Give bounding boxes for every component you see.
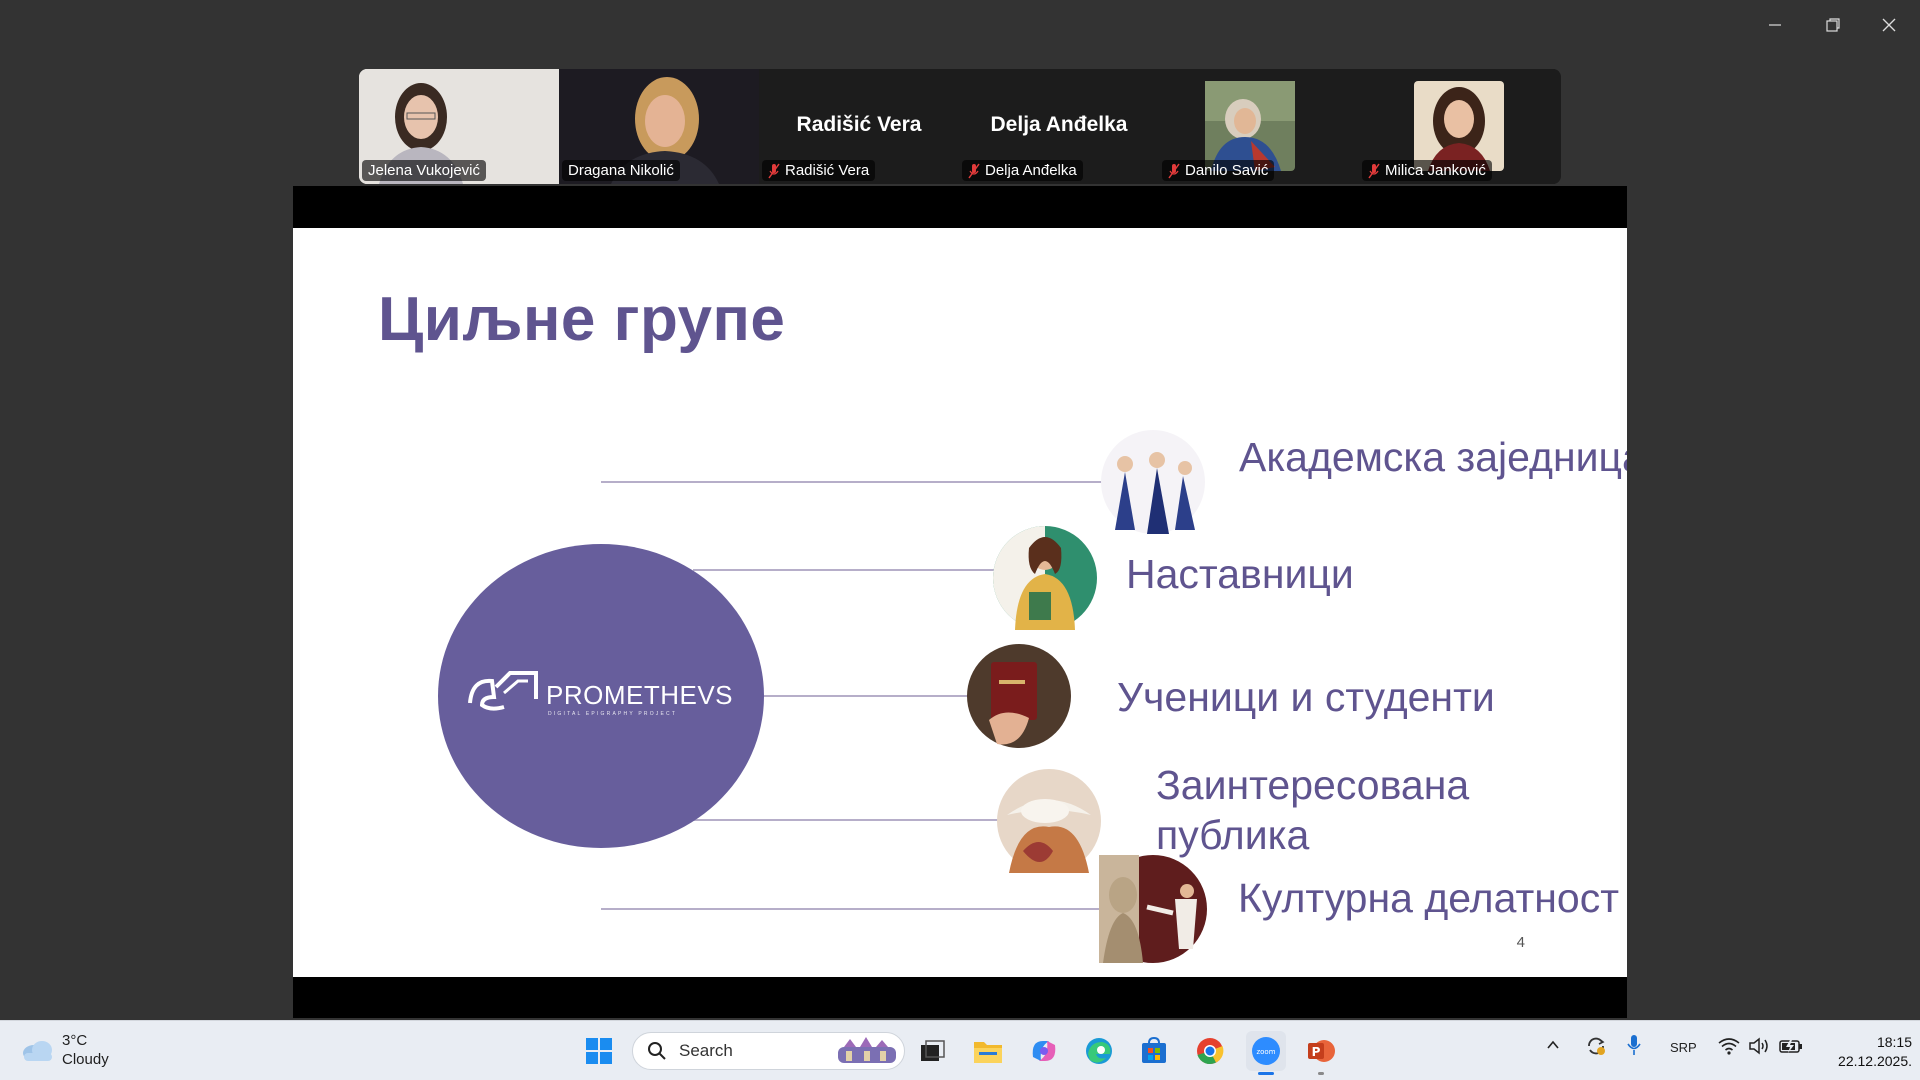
edge-icon[interactable] xyxy=(1079,1031,1119,1071)
muted-mic-icon xyxy=(1368,163,1380,178)
wifi-icon[interactable] xyxy=(1718,1037,1740,1058)
weather-description: Cloudy xyxy=(62,1051,109,1068)
volume-icon[interactable] xyxy=(1748,1037,1770,1058)
minimize-icon[interactable] xyxy=(1752,8,1798,42)
start-icon[interactable] xyxy=(579,1031,619,1071)
clock-time: 18:15 xyxy=(1876,1034,1912,1050)
teachers-image xyxy=(993,526,1097,630)
participant-display-name: Radišić Vera xyxy=(796,113,922,136)
microphone-icon[interactable] xyxy=(1626,1034,1642,1059)
task-view-icon[interactable] xyxy=(913,1031,953,1071)
logo-subtext: DIGITAL EPIGRAPHY PROJECT xyxy=(548,711,678,717)
clock-date: 22.12.2025. xyxy=(1838,1053,1912,1069)
search-icon xyxy=(648,1042,666,1060)
chrome-icon[interactable] xyxy=(1190,1031,1230,1071)
participant-tile[interactable]: Danilo Savić xyxy=(1159,69,1359,184)
svg-text:P: P xyxy=(1312,1045,1321,1059)
slide-page-number: 4 xyxy=(1516,934,1525,951)
group-label-interested-public: Заинтересована публика xyxy=(1156,762,1470,858)
group-label-academic-community: Академска заједница xyxy=(1239,434,1627,480)
participant-tile-active-speaker[interactable]: Dragana Nikolić xyxy=(559,69,759,184)
close-icon[interactable] xyxy=(1866,8,1912,42)
weather-temperature: 3°C xyxy=(62,1032,88,1049)
participant-tile[interactable]: Jelena Vukojević xyxy=(359,69,559,184)
presentation-slide: Циљне групе PROMETHEVS DIGITAL EPIGRAPHY… xyxy=(293,228,1627,977)
muted-mic-icon xyxy=(1168,163,1180,178)
sync-icon[interactable] xyxy=(1585,1035,1607,1060)
weather-widget[interactable]: 3°C Cloudy xyxy=(20,1031,109,1069)
participant-tile[interactable]: Delja Anđelka Delja Anđelka xyxy=(959,69,1159,184)
battery-icon[interactable] xyxy=(1779,1038,1803,1057)
show-hidden-icons-icon[interactable] xyxy=(1545,1037,1561,1056)
zoom-icon[interactable]: zoom xyxy=(1246,1031,1286,1075)
muted-mic-icon xyxy=(768,163,780,178)
slide-diagram xyxy=(438,430,1207,963)
zoom-window: Jelena Vukojević Dragana Nikolić Radišić… xyxy=(0,0,1920,1080)
input-language[interactable]: SRP xyxy=(1670,1040,1697,1055)
logo-text: PROMETHEVS xyxy=(546,680,734,710)
participant-avatar xyxy=(1205,81,1295,171)
muted-mic-icon xyxy=(968,163,980,178)
participant-name-tag: Milica Janković xyxy=(1362,160,1492,181)
microsoft-store-icon[interactable] xyxy=(1134,1031,1174,1071)
participant-name-tag: Delja Anđelka xyxy=(962,160,1083,181)
restore-icon[interactable] xyxy=(1810,8,1856,42)
cultural-activity-image xyxy=(1099,855,1207,963)
participant-display-name: Delja Anđelka xyxy=(990,113,1128,136)
participant-avatar xyxy=(1414,81,1504,171)
group-label-teachers: Наставници xyxy=(1126,551,1354,597)
participant-tile[interactable]: Milica Janković xyxy=(1359,69,1559,184)
participant-name-tag: Dragana Nikolić xyxy=(562,160,680,181)
participant-name-tag: Danilo Savić xyxy=(1162,160,1275,181)
group-label-students: Ученици и студенти xyxy=(1117,674,1495,720)
file-explorer-icon[interactable] xyxy=(968,1031,1008,1071)
participant-tile[interactable]: Radišić Vera Radišić Vera xyxy=(759,69,959,184)
participant-gallery: Jelena Vukojević Dragana Nikolić Radišić… xyxy=(359,69,1561,184)
cloudy-icon xyxy=(23,1041,52,1061)
group-label-cultural-activity: Културна делатност xyxy=(1238,875,1620,921)
participant-name-tag: Jelena Vukojević xyxy=(362,160,487,181)
search-highlight-icon xyxy=(838,1037,896,1063)
copilot-icon[interactable] xyxy=(1024,1031,1064,1071)
svg-text:zoom: zoom xyxy=(1256,1048,1275,1056)
taskbar: 3°C Cloudy Search zoom P SRP 18:15 22.12… xyxy=(0,1020,1920,1080)
search-placeholder: Search xyxy=(679,1041,733,1060)
academic-community-image xyxy=(1101,430,1205,534)
participant-name-tag: Radišić Vera xyxy=(762,160,876,181)
students-image xyxy=(967,644,1071,748)
search-input[interactable]: Search xyxy=(632,1032,905,1070)
powerpoint-icon[interactable]: P xyxy=(1301,1031,1341,1075)
interested-public-image xyxy=(997,769,1101,873)
clock[interactable]: 18:15 22.12.2025. xyxy=(1812,1033,1912,1071)
